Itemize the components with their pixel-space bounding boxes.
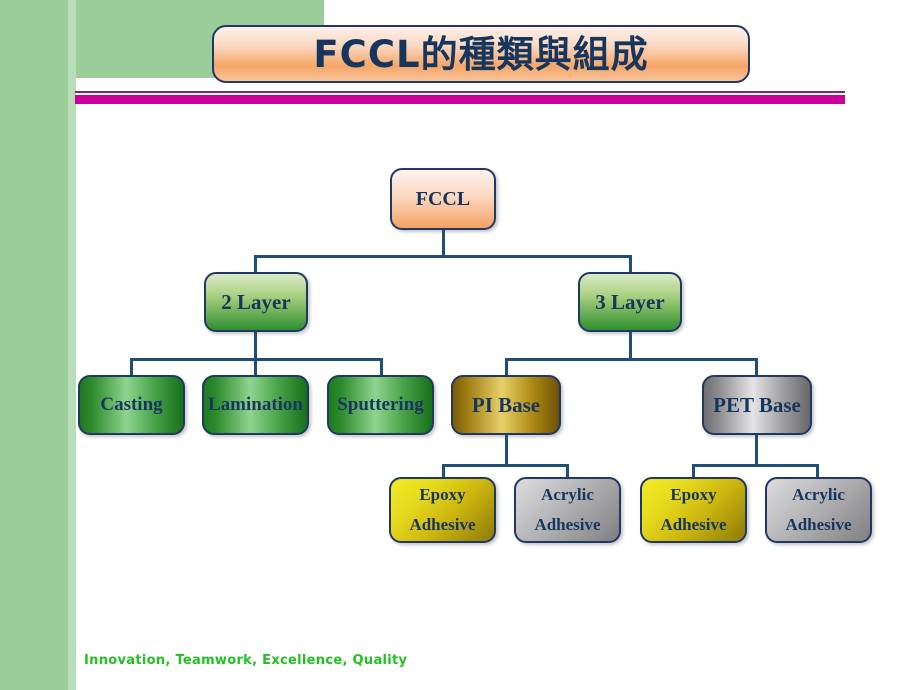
node-pet-acrylic-adhesive[interactable]: Acrylic Adhesive [765, 477, 872, 543]
connector-pi-base-stem [505, 435, 508, 467]
connector-3layer-stem [629, 332, 632, 360]
connector-to-sputtering [380, 358, 383, 375]
connector-to-pi-epoxy [442, 464, 445, 477]
node-pi-acrylic-line2: Adhesive [534, 515, 601, 534]
node-pi-epoxy-adhesive[interactable]: Epoxy Adhesive [389, 477, 496, 543]
node-pi-base-label: PI Base [471, 392, 541, 417]
connector-2layer-stem [254, 332, 257, 360]
node-pi-acrylic-adhesive[interactable]: Acrylic Adhesive [514, 477, 621, 543]
node-2-layer[interactable]: 2 Layer [204, 272, 308, 332]
connector-to-casting [130, 358, 133, 375]
node-fccl[interactable]: FCCL [390, 168, 496, 230]
node-pi-epoxy-line1: Epoxy [419, 485, 466, 505]
connector-to-2layer [254, 255, 257, 272]
slide-canvas: FCCL的種類與組成 FCCL 2 Layer 3 Layer Casting … [0, 0, 920, 690]
connector-to-pi-base [505, 358, 508, 375]
slide-title-box: FCCL的種類與組成 [212, 25, 750, 83]
slide-footer-tagline: Innovation, Teamwork, Excellence, Qualit… [84, 653, 408, 668]
node-pet-epoxy-line2: Adhesive [660, 515, 727, 534]
node-2-layer-label: 2 Layer [221, 289, 291, 314]
connector-to-lamination [254, 358, 257, 375]
connector-to-pi-acrylic [566, 464, 569, 477]
connector-to-3layer [629, 255, 632, 272]
connector-to-pet-epoxy [692, 464, 695, 477]
connector-to-pet-acrylic [816, 464, 819, 477]
node-sputtering-label: Sputtering [337, 394, 424, 416]
node-pi-epoxy-line2: Adhesive [409, 515, 476, 534]
node-pi-base[interactable]: PI Base [451, 375, 561, 435]
node-sputtering[interactable]: Sputtering [327, 375, 434, 435]
node-pet-acrylic-line2: Adhesive [785, 515, 852, 534]
node-casting-label: Casting [100, 394, 163, 416]
node-casting[interactable]: Casting [78, 375, 185, 435]
background-green-left [0, 0, 75, 690]
connector-level1-bus [254, 255, 632, 258]
connector-pet-base-stem [755, 435, 758, 467]
connector-pet-base-bus [692, 464, 819, 467]
connector-fccl-stem [442, 230, 445, 257]
node-pet-epoxy-adhesive[interactable]: Epoxy Adhesive [640, 477, 747, 543]
node-pet-acrylic-line1: Acrylic [792, 485, 845, 505]
page-title: FCCL的種類與組成 [313, 32, 649, 76]
node-fccl-label: FCCL [415, 187, 471, 210]
divider-rule-thin [75, 91, 845, 93]
node-3-layer-label: 3 Layer [595, 289, 665, 314]
connector-pi-base-bus [442, 464, 569, 467]
node-3-layer[interactable]: 3 Layer [578, 272, 682, 332]
node-lamination[interactable]: Lamination [202, 375, 309, 435]
node-pet-base-label: PET Base [713, 392, 801, 417]
connector-3layer-bus [505, 358, 758, 361]
node-lamination-label: Lamination [207, 394, 304, 416]
node-pet-epoxy-line1: Epoxy [670, 485, 717, 505]
node-pet-base[interactable]: PET Base [702, 375, 812, 435]
connector-to-pet-base [755, 358, 758, 375]
node-pi-acrylic-line1: Acrylic [541, 485, 594, 505]
divider-rule-thick [75, 95, 845, 104]
